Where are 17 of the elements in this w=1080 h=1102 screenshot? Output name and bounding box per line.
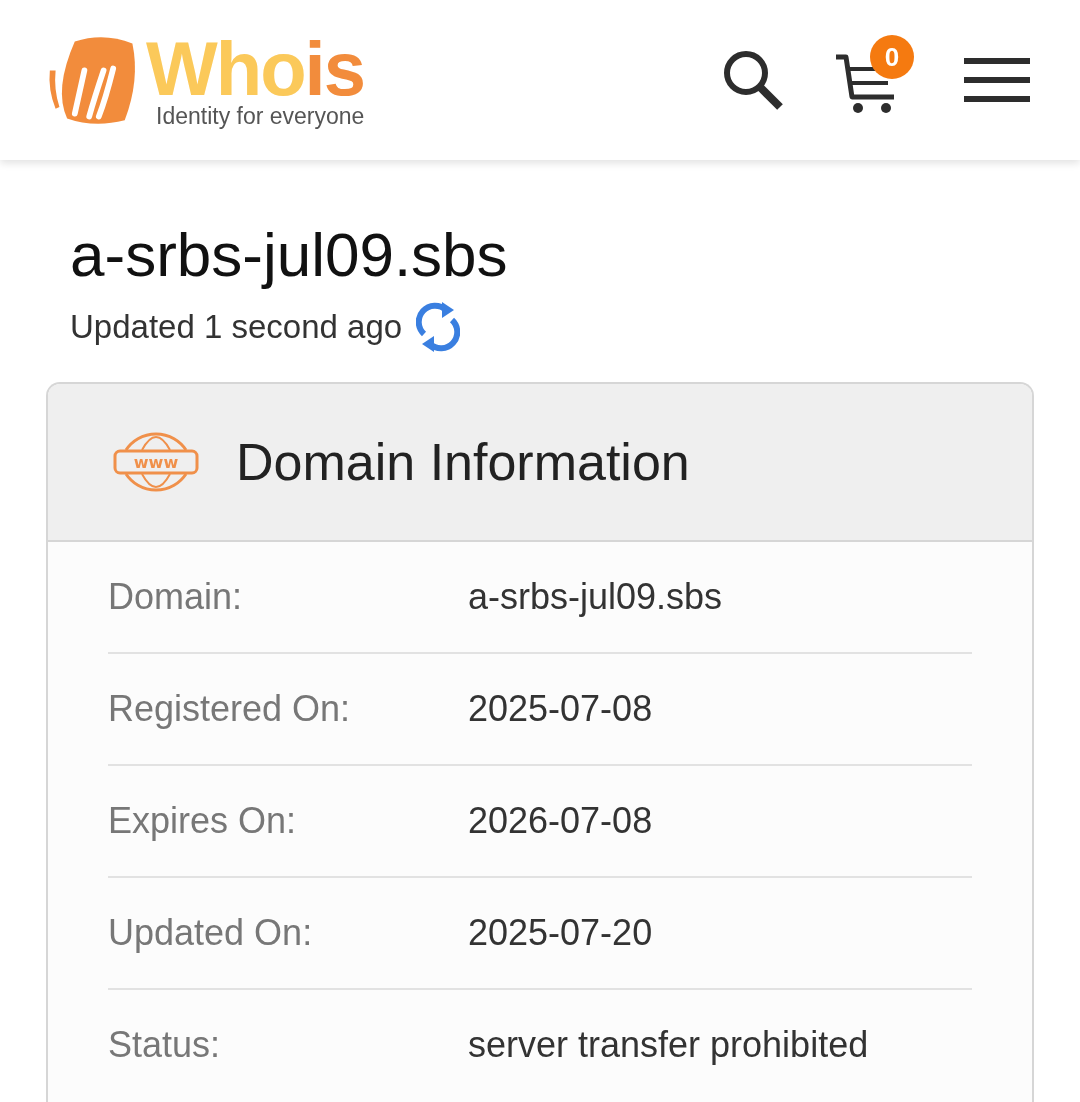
field-label: Domain: bbox=[108, 576, 244, 618]
field-label: Registered On: bbox=[108, 688, 352, 730]
field-value: a-srbs-jul09.sbs bbox=[468, 576, 723, 618]
search-icon[interactable] bbox=[722, 49, 784, 111]
domain-title: a-srbs-jul09.sbs bbox=[70, 219, 509, 291]
menu-icon[interactable] bbox=[964, 58, 1030, 102]
cart-count-badge: 0 bbox=[870, 35, 914, 79]
updated-time: Updated 1 second ago bbox=[70, 308, 403, 346]
field-value: 2025-07-08 bbox=[468, 688, 653, 730]
refresh-icon[interactable] bbox=[416, 300, 461, 354]
field-value: server transfer prohibited bbox=[468, 1024, 869, 1066]
field-value: 2026-07-08 bbox=[468, 800, 653, 842]
card-title: Domain Information bbox=[236, 432, 690, 492]
field-label: Updated On: bbox=[108, 912, 314, 954]
field-label: Expires On: bbox=[108, 800, 298, 842]
field-label: Status: bbox=[108, 1024, 222, 1066]
field-value: 2025-07-20 bbox=[468, 912, 653, 954]
